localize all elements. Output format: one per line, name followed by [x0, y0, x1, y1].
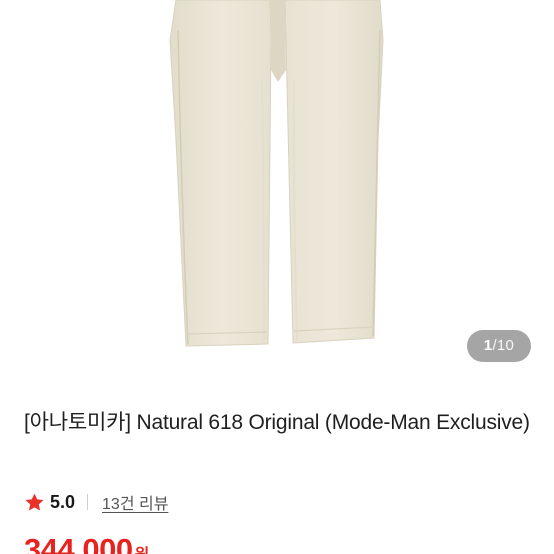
- rating-row: 5.0 13건 리뷰: [24, 488, 168, 516]
- total-image-count: 10: [496, 337, 515, 354]
- reviews-link[interactable]: 13건 리뷰: [102, 490, 168, 514]
- image-page-counter: 1/10: [467, 330, 531, 362]
- product-image-gallery[interactable]: 1/10: [0, 0, 554, 378]
- beige-trousers-photo: [169, 0, 384, 347]
- rating-value: 5.0: [50, 491, 76, 512]
- product-title: [아나토미카] Natural 618 Original (Mode-Man E…: [24, 411, 530, 434]
- rating-divider: [87, 494, 89, 510]
- price-currency: 원: [135, 541, 150, 554]
- price-row: 344,000 원: [24, 532, 149, 554]
- price-amount: 344,000: [24, 532, 133, 554]
- product-detail-page: 1/10 [아나토미카] Natural 618 Original (Mode-…: [0, 0, 554, 554]
- star-icon: [25, 493, 44, 511]
